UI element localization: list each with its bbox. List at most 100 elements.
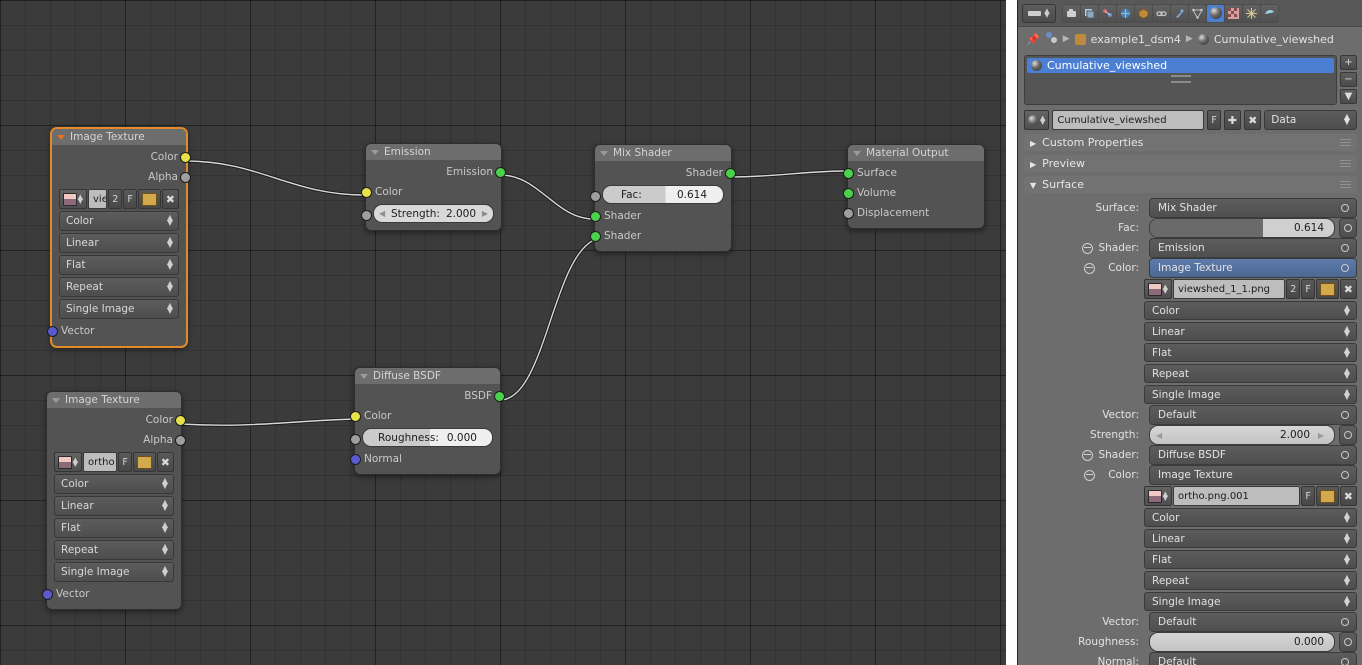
properties-header[interactable]: ▲ ▼ bbox=[1018, 0, 1362, 27]
input-socket-color[interactable]: Color bbox=[361, 182, 501, 202]
material-browse-icon[interactable]: ▲ ▼ bbox=[1024, 110, 1050, 130]
new-material-button[interactable]: ✚ bbox=[1223, 110, 1242, 130]
collapse-triangle-icon[interactable] bbox=[360, 373, 368, 379]
fake-user-button[interactable]: F bbox=[1301, 486, 1315, 506]
output-socket-emission[interactable]: Emission bbox=[366, 162, 506, 182]
unlink-image-icon[interactable]: ✖ bbox=[161, 189, 179, 209]
input-socket-volume[interactable]: Volume bbox=[843, 183, 984, 203]
editor-type-icon[interactable]: ▲ ▼ bbox=[1022, 3, 1056, 23]
socket-alpha-dot[interactable] bbox=[175, 435, 186, 446]
node-emission[interactable]: Emission Emission Color ◀ Strength: 2.00… bbox=[361, 143, 506, 231]
breadcrumb-material[interactable]: Cumulative_viewshed bbox=[1214, 33, 1334, 46]
material-tab[interactable] bbox=[1207, 4, 1224, 22]
dropdown-projection[interactable]: Flat ▲ ▼ bbox=[1144, 343, 1357, 362]
input-socket-color[interactable]: Color bbox=[350, 406, 500, 426]
socket-shader-dot[interactable] bbox=[590, 211, 601, 222]
row-shader-diffuse[interactable]: Shader: Diffuse BSDF bbox=[1024, 445, 1357, 465]
input-socket-shader-1[interactable]: Shader bbox=[590, 206, 731, 226]
node-header[interactable]: Image Texture bbox=[52, 129, 186, 145]
physics-tab[interactable] bbox=[1261, 4, 1278, 22]
collapse-triangle-icon[interactable] bbox=[57, 134, 65, 140]
dropdown-source[interactable]: Single Image ▲ ▼ bbox=[1144, 592, 1357, 611]
image-name-field[interactable]: viewshed_1_1.png bbox=[1173, 279, 1286, 299]
socket-vector-dot[interactable] bbox=[47, 326, 58, 337]
material-slot-list[interactable]: Cumulative_viewshed bbox=[1024, 55, 1337, 105]
render-tab[interactable] bbox=[1063, 4, 1080, 22]
node-material-output[interactable]: Material Output Surface Volume Displacem… bbox=[843, 144, 985, 229]
unlink-image-icon[interactable]: ✖ bbox=[1339, 279, 1357, 299]
panel-preview[interactable]: ▶ Preview bbox=[1024, 155, 1357, 172]
material-slot-buttons[interactable]: + − ▼ bbox=[1340, 55, 1357, 105]
socket-bsdf-dot[interactable] bbox=[494, 391, 505, 402]
fake-user-button[interactable]: F bbox=[1207, 110, 1221, 130]
link-mode-dropdown[interactable]: Data ▲ ▼ bbox=[1264, 110, 1357, 130]
collapse-triangle-icon[interactable] bbox=[853, 150, 861, 156]
slot-specials-button[interactable]: ▼ bbox=[1340, 89, 1357, 104]
output-socket-shader[interactable]: Shader bbox=[595, 163, 736, 183]
row-image-datablock-2[interactable]: ▲ ▼ ortho.png.001 F ✖ bbox=[1024, 486, 1357, 506]
material-id-row[interactable]: ▲ ▼ Cumulative_viewshed F ✚ ✖ Data ▲ ▼ bbox=[1024, 110, 1357, 130]
material-name-field[interactable]: Cumulative_viewshed bbox=[1052, 110, 1205, 130]
socket-volume-dot[interactable] bbox=[843, 188, 854, 199]
decrement-arrow-icon[interactable]: ◀ bbox=[379, 209, 385, 218]
row-shader-emission[interactable]: Shader: Emission bbox=[1024, 238, 1357, 258]
properties-editor[interactable]: ▲ ▼ 📌 ▶ example1_dsm4 ▶ Cumulative_views… bbox=[1017, 0, 1362, 665]
dropdown-color-space[interactable]: Color ▲ ▼ bbox=[1144, 301, 1357, 320]
collapse-triangle-icon[interactable] bbox=[371, 149, 379, 155]
row-dropdown-source-2[interactable]: Single Image ▲ ▼ bbox=[1024, 592, 1357, 611]
image-browse-icon[interactable]: ▲ ▼ bbox=[59, 189, 87, 209]
node-mix-shader[interactable]: Mix Shader Shader Fac: 0.614 Shader Shad… bbox=[590, 144, 736, 252]
socket-color-dot[interactable] bbox=[180, 152, 191, 163]
object-tab[interactable] bbox=[1135, 4, 1152, 22]
material-slot-item[interactable]: Cumulative_viewshed bbox=[1027, 58, 1334, 73]
output-socket-alpha[interactable]: Alpha bbox=[52, 167, 191, 187]
breadcrumb-object[interactable]: example1_dsm4 bbox=[1091, 33, 1181, 46]
data-tab[interactable] bbox=[1189, 4, 1206, 22]
dropdown-extension[interactable]: Repeat ▲ ▼ bbox=[1144, 571, 1357, 590]
dropdown-extension[interactable]: Repeat ▲ ▼ bbox=[54, 540, 174, 560]
row-vector-2[interactable]: Vector: Default bbox=[1024, 612, 1357, 632]
vector-field[interactable]: Default bbox=[1149, 612, 1357, 632]
socket-alpha-dot[interactable] bbox=[180, 172, 191, 183]
pin-icon[interactable]: 📌 bbox=[1026, 33, 1040, 46]
row-dropdown-projection-2[interactable]: Flat ▲ ▼ bbox=[1024, 550, 1357, 569]
collapse-minus-icon[interactable] bbox=[1082, 449, 1094, 461]
remove-slot-button[interactable]: − bbox=[1340, 72, 1357, 87]
row-dropdown-color-space-2[interactable]: Color ▲ ▼ bbox=[1024, 508, 1357, 527]
image-datablock-row[interactable]: ▲ ▼ ortho F ✖ bbox=[54, 452, 174, 472]
socket-dot-icon[interactable] bbox=[1341, 204, 1349, 212]
node-image-texture-1[interactable]: Image Texture Color Alpha ▲ ▼ vie 2 F ✖ … bbox=[47, 128, 191, 347]
socket-dot-button[interactable] bbox=[1339, 218, 1357, 238]
input-socket-surface[interactable]: Surface bbox=[843, 163, 984, 183]
socket-emission-dot[interactable] bbox=[495, 167, 506, 178]
dropdown-interpolation[interactable]: Linear ▲ ▼ bbox=[59, 233, 179, 253]
row-strength[interactable]: Strength: ◀ 2.000 ▶ bbox=[1024, 425, 1357, 445]
open-image-icon[interactable] bbox=[1315, 486, 1339, 506]
dropdown-source[interactable]: Single Image ▲ ▼ bbox=[54, 562, 174, 582]
dropdown-interpolation[interactable]: Linear ▲ ▼ bbox=[54, 496, 174, 516]
unlink-image-icon[interactable]: ✖ bbox=[156, 452, 174, 472]
browse-icon[interactable] bbox=[1045, 31, 1058, 47]
list-resize-grip[interactable] bbox=[1027, 73, 1334, 85]
node-header[interactable]: Emission bbox=[366, 144, 501, 160]
output-socket-color[interactable]: Color bbox=[52, 147, 191, 167]
shader-emission-field[interactable]: Emission bbox=[1149, 238, 1357, 258]
surface-shader-field[interactable]: Mix Shader bbox=[1149, 198, 1357, 218]
world-tab[interactable] bbox=[1117, 4, 1134, 22]
socket-dot-icon[interactable] bbox=[1341, 411, 1349, 419]
row-dropdown-extension-2[interactable]: Repeat ▲ ▼ bbox=[1024, 571, 1357, 590]
roughness-slider[interactable]: Roughness: 0.000 bbox=[362, 428, 493, 447]
strength-slider[interactable]: ◀ Strength: 2.000 ▶ bbox=[373, 204, 494, 223]
row-surface[interactable]: Surface: Mix Shader bbox=[1024, 198, 1357, 218]
constraints-tab[interactable] bbox=[1153, 4, 1170, 22]
collapse-minus-icon[interactable] bbox=[1084, 262, 1096, 274]
socket-dot-icon[interactable] bbox=[1341, 244, 1349, 252]
socket-color-dot[interactable] bbox=[175, 415, 186, 426]
add-slot-button[interactable]: + bbox=[1340, 55, 1357, 70]
row-dropdown-color-space-1[interactable]: Color ▲ ▼ bbox=[1024, 301, 1357, 320]
socket-surface-dot[interactable] bbox=[843, 168, 854, 179]
dropdown-color-space[interactable]: Color ▲ ▼ bbox=[59, 211, 179, 231]
row-normal[interactable]: Normal: Default bbox=[1024, 652, 1357, 665]
socket-shader-dot[interactable] bbox=[590, 231, 601, 242]
collapse-minus-icon[interactable] bbox=[1082, 242, 1094, 254]
